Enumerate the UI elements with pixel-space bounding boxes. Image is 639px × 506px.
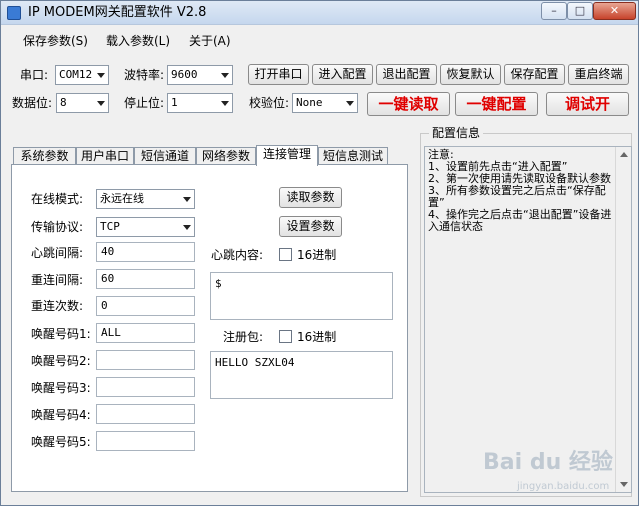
heartbeat-hex-checkbox[interactable] xyxy=(279,248,292,261)
heartbeat-content-label: 心跳内容: xyxy=(211,248,264,262)
stopbits-select[interactable]: 1 xyxy=(167,93,233,113)
databits-select[interactable]: 8 xyxy=(56,93,109,113)
restart-terminal-button[interactable]: 重启终端 xyxy=(568,64,629,85)
port-value: COM12 xyxy=(59,68,93,81)
chevron-down-icon xyxy=(97,73,105,78)
app-window: IP MODEM网关配置软件 V2.8 – □ ✕ 保存参数(S) 载入参数(L… xyxy=(0,0,639,506)
parity-label: 校验位: xyxy=(249,96,290,110)
wake-number-5-input[interactable] xyxy=(96,431,195,451)
heartbeat-interval-input[interactable]: 40 xyxy=(96,242,195,262)
register-packet-label: 注册包: xyxy=(223,330,264,344)
close-button[interactable]: ✕ xyxy=(593,2,636,20)
watermark-text: Bai du 经验 xyxy=(483,449,613,475)
wake-number-1-label: 唤醒号码1: xyxy=(31,327,91,341)
reconnect-interval-label: 重连间隔: xyxy=(31,273,84,287)
register-hex-checkbox[interactable] xyxy=(279,330,292,343)
chevron-down-icon xyxy=(221,101,229,106)
reconnect-interval-input[interactable]: 60 xyxy=(96,269,195,289)
heartbeat-interval-label: 心跳间隔: xyxy=(31,246,84,260)
debug-toggle-button[interactable]: 调试开 xyxy=(546,92,629,116)
online-mode-select[interactable]: 永远在线 xyxy=(96,189,195,209)
title-bar: IP MODEM网关配置软件 V2.8 – □ ✕ xyxy=(1,1,638,25)
wake-number-3-label: 唤醒号码3: xyxy=(31,381,91,395)
stopbits-value: 1 xyxy=(171,96,178,109)
register-hex-label: 16进制 xyxy=(297,330,337,344)
wake-number-3-input[interactable] xyxy=(96,377,195,397)
note-line: 3、所有参数设置完之后点击“保存配置” xyxy=(428,184,606,209)
baud-value: 9600 xyxy=(171,68,198,81)
menu-about[interactable]: 关于(A) xyxy=(189,32,231,49)
reconnect-count-input[interactable]: 0 xyxy=(96,296,195,316)
maximize-button[interactable]: □ xyxy=(567,2,593,20)
wake-number-4-label: 唤醒号码4: xyxy=(31,408,91,422)
set-params-button[interactable]: 设置参数 xyxy=(279,216,342,237)
chevron-down-icon xyxy=(346,101,354,106)
menu-load-params[interactable]: 载入参数(L) xyxy=(106,32,170,49)
online-mode-label: 在线模式: xyxy=(31,192,84,206)
wake-number-4-input[interactable] xyxy=(96,404,195,424)
parity-value: None xyxy=(296,96,323,109)
minimize-button[interactable]: – xyxy=(541,2,567,20)
read-params-button[interactable]: 读取参数 xyxy=(279,187,342,208)
port-select[interactable]: COM12 xyxy=(55,65,109,85)
save-config-button[interactable]: 保存配置 xyxy=(504,64,565,85)
window-title: IP MODEM网关配置软件 V2.8 xyxy=(28,5,207,20)
databits-label: 数据位: xyxy=(12,96,53,110)
wake-number-2-label: 唤醒号码2: xyxy=(31,354,91,368)
baud-select[interactable]: 9600 xyxy=(167,65,233,85)
open-port-button[interactable]: 打开串口 xyxy=(248,64,309,85)
restore-default-button[interactable]: 恢复默认 xyxy=(440,64,501,85)
chevron-down-icon xyxy=(183,225,191,230)
databits-value: 8 xyxy=(60,96,67,109)
protocol-select[interactable]: TCP xyxy=(96,217,195,237)
baud-label: 波特率: xyxy=(124,68,165,82)
wake-number-2-input[interactable] xyxy=(96,350,195,370)
config-info-lines: 注意: 1、设置前先点击“进入配置” 2、第一次使用请先读取设备默认参数 3、所… xyxy=(428,149,614,233)
enter-config-button[interactable]: 进入配置 xyxy=(312,64,373,85)
app-icon xyxy=(7,6,21,20)
wake-number-5-label: 唤醒号码5: xyxy=(31,435,91,449)
wake-number-1-input[interactable]: ALL xyxy=(96,323,195,343)
heartbeat-content-input[interactable]: $ xyxy=(210,272,393,320)
register-packet-input[interactable]: HELLO SZXL04 xyxy=(210,351,393,399)
watermark-sub: jingyan.baidu.com xyxy=(516,481,609,492)
menu-bar: 保存参数(S) 载入参数(L) 关于(A) xyxy=(1,26,638,52)
exit-config-button[interactable]: 退出配置 xyxy=(376,64,437,85)
online-mode-value: 永远在线 xyxy=(100,192,144,205)
scroll-up-icon[interactable] xyxy=(620,152,628,157)
one-click-config-button[interactable]: 一键配置 xyxy=(455,92,538,116)
one-click-read-button[interactable]: 一键读取 xyxy=(367,92,450,116)
reconnect-count-label: 重连次数: xyxy=(31,299,84,313)
heartbeat-hex-label: 16进制 xyxy=(297,248,337,262)
tab-connection-management[interactable]: 连接管理 xyxy=(256,145,318,166)
note-line: 4、操作完之后点击“退出配置”设备进入通信状态 xyxy=(428,208,612,233)
protocol-label: 传输协议: xyxy=(31,220,84,234)
port-label: 串口: xyxy=(20,68,49,82)
baidu-watermark-logo: Bai du 经验 jingyan.baidu.com xyxy=(483,449,613,492)
stopbits-label: 停止位: xyxy=(124,96,165,110)
chevron-down-icon xyxy=(97,101,105,106)
chevron-down-icon xyxy=(183,197,191,202)
menu-save-params[interactable]: 保存参数(S) xyxy=(23,32,88,49)
protocol-value: TCP xyxy=(100,220,120,233)
config-info-title: 配置信息 xyxy=(429,125,484,141)
chevron-down-icon xyxy=(221,73,229,78)
parity-select[interactable]: None xyxy=(292,93,358,113)
